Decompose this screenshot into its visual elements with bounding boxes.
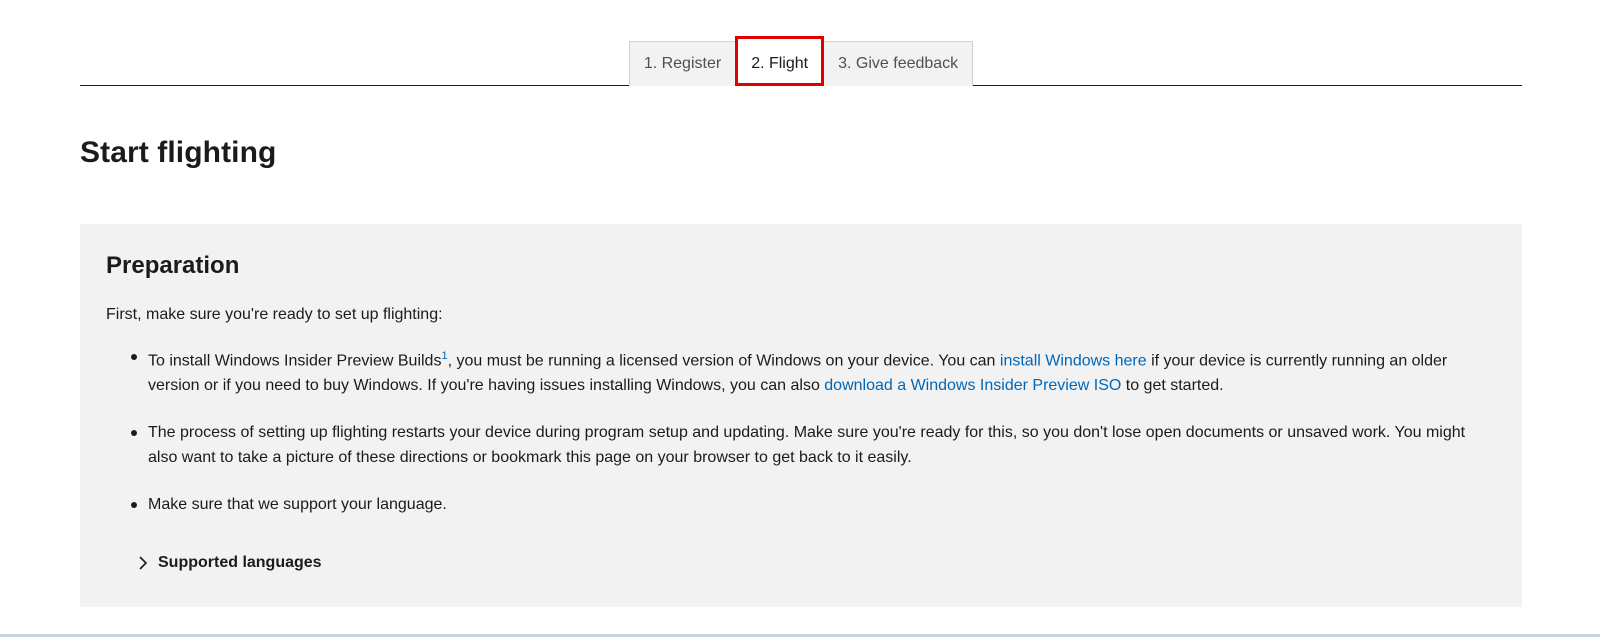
list-item: The process of setting up flighting rest…	[106, 420, 1476, 470]
supported-languages-expander[interactable]: Supported languages	[138, 554, 322, 572]
tab-register-label: 1. Register	[643, 55, 722, 72]
tab-flight[interactable]: 2. Flight	[735, 36, 825, 86]
preparation-intro: First, make sure you're ready to set up …	[106, 306, 443, 323]
tab-flight-label: 2. Flight	[751, 55, 809, 72]
tab-give-feedback[interactable]: 3. Give feedback	[823, 41, 974, 86]
bullet1-text-d: to get started.	[1121, 377, 1224, 395]
list-item: Make sure that we support your language.	[106, 492, 1476, 517]
tab-list: 1. Register 2. Flight 3. Give feedback	[80, 36, 1522, 86]
bullet1-text-a: To install Windows Insider Preview Build…	[148, 352, 442, 370]
bullet-dot	[131, 354, 137, 360]
preparation-list: To install Windows Insider Preview Build…	[106, 344, 1476, 539]
bullet3-text: Make sure that we support your language.	[148, 496, 447, 514]
bullet-dot	[131, 502, 137, 509]
supported-languages-label: Supported languages	[158, 554, 322, 571]
preparation-panel: Preparation First, make sure you're read…	[80, 224, 1522, 607]
download-iso-link[interactable]: download a Windows Insider Preview ISO	[824, 377, 1121, 394]
tab-bar: 1. Register 2. Flight 3. Give feedback	[80, 0, 1522, 86]
page-title: Start flighting	[80, 136, 277, 169]
chevron-right-icon	[138, 556, 148, 570]
preparation-heading: Preparation	[106, 252, 240, 279]
bullet2-text: The process of setting up flighting rest…	[148, 424, 1466, 467]
bullet1-text-b: , you must be running a licensed version…	[447, 352, 1000, 370]
tab-give-feedback-label: 3. Give feedback	[838, 55, 959, 72]
install-windows-link[interactable]: install Windows here	[1000, 352, 1147, 369]
tab-register[interactable]: 1. Register	[628, 41, 737, 86]
list-item: To install Windows Insider Preview Build…	[106, 344, 1476, 398]
bullet-dot	[131, 430, 137, 437]
